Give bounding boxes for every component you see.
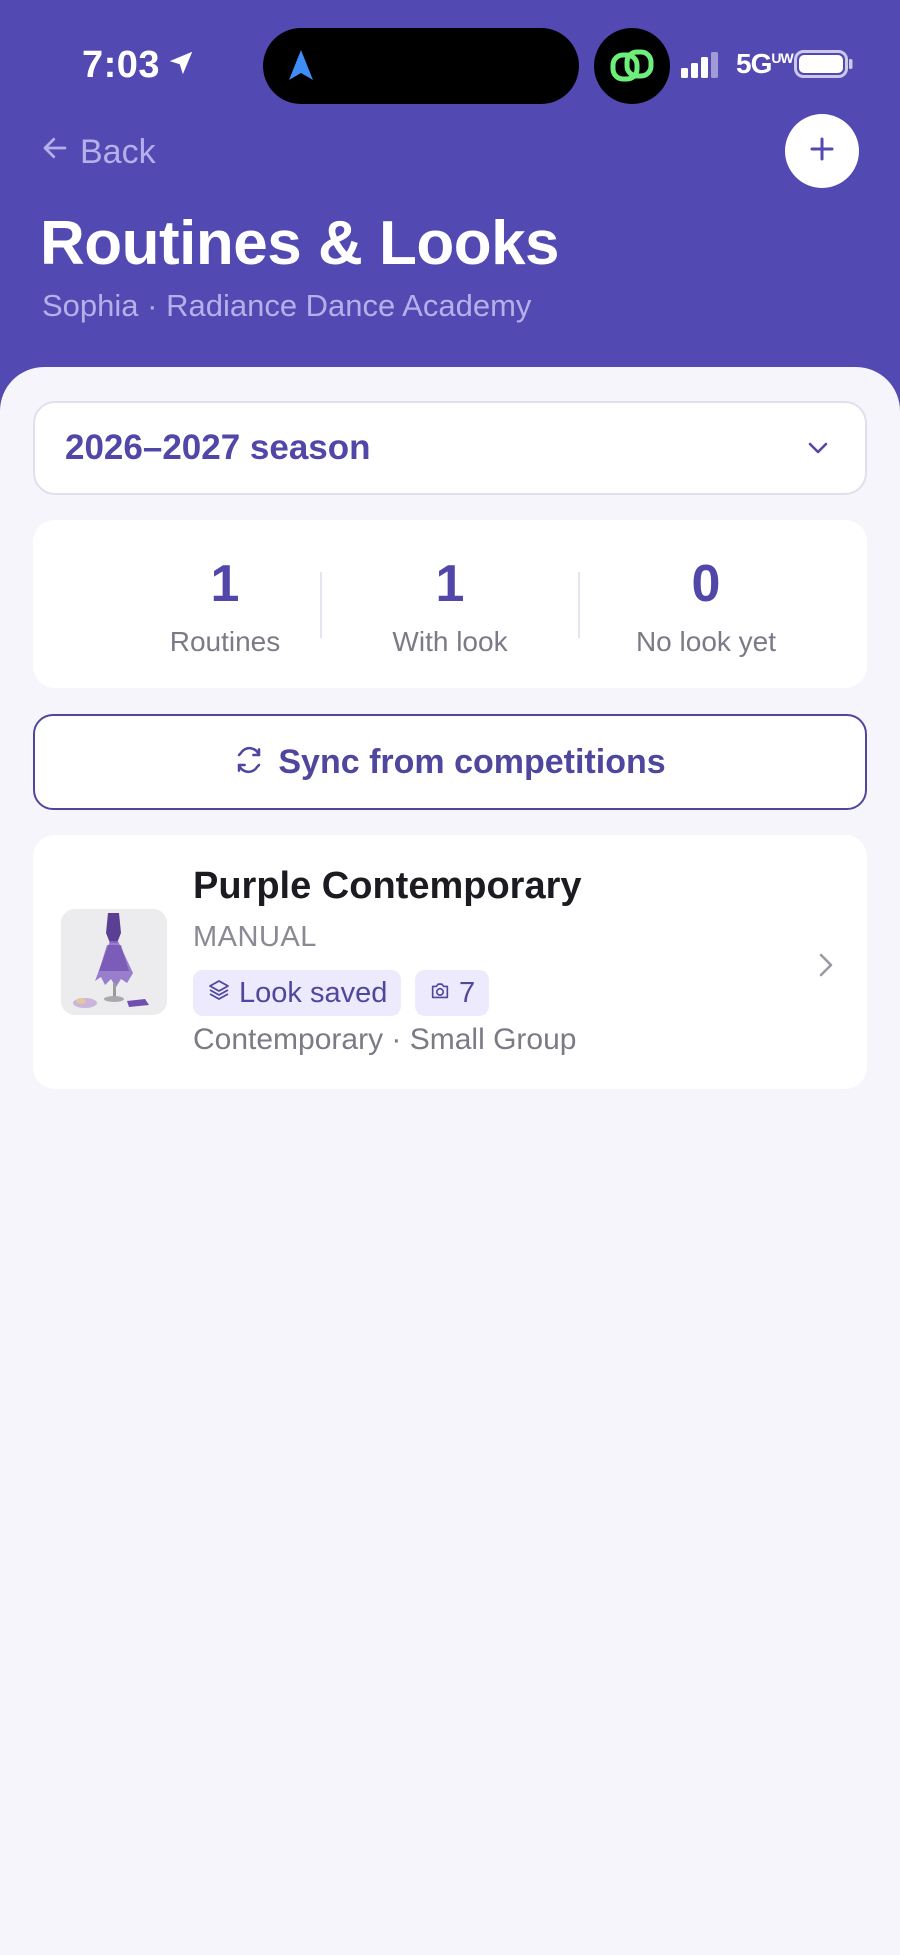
chevron-right-icon xyxy=(817,951,835,984)
page-subtitle: Sophia · Radiance Dance Academy xyxy=(42,288,532,323)
stat-divider xyxy=(320,572,322,638)
navigation-arrow-icon xyxy=(287,48,315,87)
stats-card: 1 Routines 1 With look 0 No look yet xyxy=(33,520,867,688)
stat-value: 1 xyxy=(435,555,465,613)
status-bar: 7:03 5GUW xyxy=(0,0,900,120)
signal-bars-icon xyxy=(681,52,721,83)
dynamic-island xyxy=(263,28,579,104)
header: 7:03 5GUW Back Routines & Looks Sophia ·… xyxy=(0,0,900,420)
photo-count: 7 xyxy=(459,976,476,1009)
stat-with-look: 1 With look xyxy=(330,558,570,658)
look-saved-label: Look saved xyxy=(239,976,388,1009)
linked-rings-icon xyxy=(594,28,670,104)
back-label: Back xyxy=(80,132,156,171)
add-routine-button[interactable] xyxy=(785,114,859,188)
layers-icon xyxy=(207,977,231,1010)
stat-divider xyxy=(578,572,580,638)
stat-routines: 1 Routines xyxy=(105,558,345,658)
routine-meta: Contemporary · Small Group xyxy=(193,1023,577,1056)
stat-label: With look xyxy=(392,626,508,657)
stat-no-look: 0 No look yet xyxy=(586,558,826,658)
stat-value: 0 xyxy=(691,555,721,613)
routine-source: MANUAL xyxy=(193,921,317,953)
routine-thumbnail xyxy=(61,909,167,1015)
status-time: 7:03 xyxy=(82,44,161,86)
stat-label: Routines xyxy=(169,626,281,657)
page-title: Routines & Looks xyxy=(40,209,560,278)
stat-label: No look yet xyxy=(635,626,777,657)
season-select[interactable]: 2026–2027 season xyxy=(33,401,867,495)
routine-card[interactable]: Purple Contemporary MANUAL Look saved 7 … xyxy=(33,835,867,1089)
arrow-left-icon xyxy=(40,133,70,172)
look-saved-badge: Look saved xyxy=(193,970,402,1016)
chevron-down-icon xyxy=(805,439,831,462)
sync-button[interactable]: Sync from competitions xyxy=(33,714,867,810)
refresh-icon xyxy=(234,745,264,780)
location-arrow-icon xyxy=(166,48,196,83)
stat-value: 1 xyxy=(210,555,240,613)
photo-count-badge: 7 xyxy=(415,970,490,1016)
camera-icon xyxy=(429,977,451,1010)
battery-icon xyxy=(794,50,854,83)
plus-icon xyxy=(807,134,837,169)
routine-name: Purple Contemporary xyxy=(193,865,582,907)
season-select-value: 2026–2027 season xyxy=(65,428,371,467)
back-button[interactable]: Back xyxy=(40,130,156,174)
sync-label: Sync from competitions xyxy=(278,742,666,781)
network-indicator: 5GUW xyxy=(736,48,794,79)
